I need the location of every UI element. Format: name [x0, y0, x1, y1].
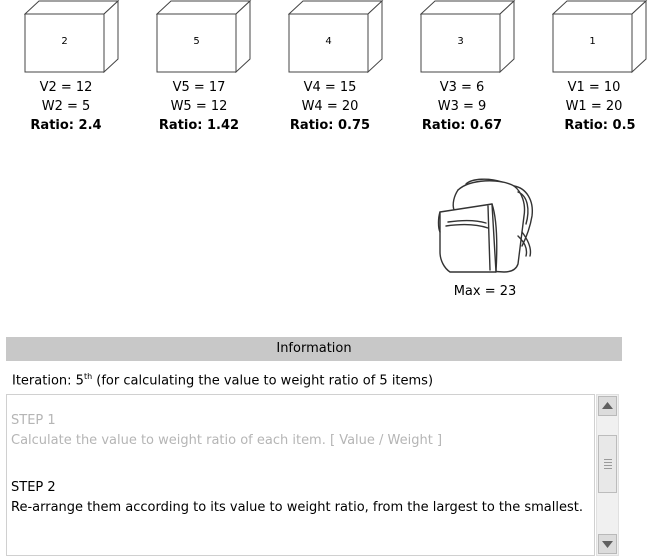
box-number: 5 [193, 36, 200, 47]
grip-line [604, 468, 612, 469]
step2-text: Re-arrange them according to its value t… [11, 500, 583, 515]
arrow-down-icon [602, 541, 613, 548]
weight-label: W3 = 9 [437, 99, 487, 114]
value-label: V2 = 12 [39, 80, 93, 95]
value-label: V3 = 6 [439, 80, 485, 95]
step2-title: STEP 2 [11, 480, 56, 495]
box-number: 1 [589, 36, 596, 47]
vertical-scrollbar[interactable] [596, 394, 619, 556]
box-number: 2 [61, 36, 68, 47]
backpack-icon [437, 178, 533, 273]
iteration-description: (for calculating the value to weight rat… [92, 373, 434, 389]
grip-line [604, 459, 612, 460]
value-label: V5 = 17 [172, 80, 226, 95]
ratio-label: Ratio: 0.5 [564, 118, 636, 133]
weight-label: W5 = 12 [170, 99, 228, 114]
ratio-label: Ratio: 2.4 [30, 118, 102, 133]
value-label: V1 = 10 [567, 80, 621, 95]
grip-line [604, 462, 612, 463]
iteration-ordinal: th [83, 372, 93, 381]
weight-label: W4 = 20 [301, 99, 359, 114]
ratio-label: Ratio: 0.67 [421, 118, 503, 133]
box-number: 4 [325, 36, 332, 47]
scroll-thumb[interactable] [598, 435, 617, 493]
weight-label: W2 = 5 [41, 99, 91, 114]
iteration-label: Iteration: 5th (for calculating the valu… [12, 372, 433, 388]
value-label: V4 = 15 [303, 80, 357, 95]
ratio-label: Ratio: 0.75 [289, 118, 371, 133]
step1-text: Calculate the value to weight ratio of e… [11, 433, 443, 448]
iteration-prefix: Iteration: 5 [12, 373, 84, 389]
scroll-down-button[interactable] [598, 534, 617, 554]
box-number: 3 [457, 36, 464, 47]
information-header: Information [6, 337, 622, 361]
ratio-label: Ratio: 1.42 [158, 118, 240, 133]
scroll-up-button[interactable] [598, 396, 617, 416]
arrow-up-icon [602, 402, 613, 409]
grip-line [604, 465, 612, 466]
capacity-label: Max = 23 [453, 284, 517, 299]
step1-title: STEP 1 [11, 413, 56, 428]
weight-label: W1 = 20 [565, 99, 623, 114]
steps-textbox[interactable]: STEP 1 Calculate the value to weight rat… [6, 394, 595, 556]
